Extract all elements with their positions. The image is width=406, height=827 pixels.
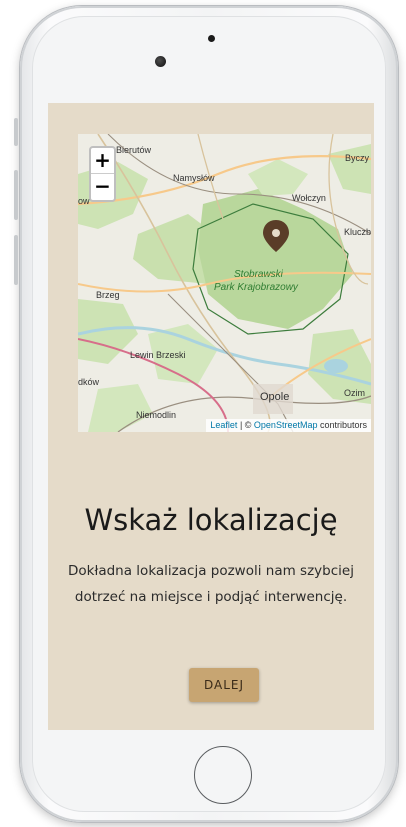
map-park-label-1: Stobrawski [234,269,284,280]
osm-link[interactable]: OpenStreetMap [254,420,318,430]
volume-down-button [14,235,18,285]
map-tiles: Bierutów Namysłów Byczy Wołczyn Kluczb o… [78,134,371,432]
attribution-separator: | © [237,420,254,430]
next-button[interactable]: DALEJ [189,668,259,702]
location-map[interactable]: Bierutów Namysłów Byczy Wołczyn Kluczb o… [78,134,371,432]
front-camera [155,56,166,67]
zoom-in-button[interactable]: + [91,148,114,174]
map-place-kluczbork: Kluczb [344,227,371,237]
zoom-control: + − [89,146,116,202]
mute-switch [14,118,18,146]
map-place-niemodlin: Niemodlin [136,410,176,420]
home-button[interactable] [194,746,252,804]
app-screen: Bierutów Namysłów Byczy Wołczyn Kluczb o… [48,103,374,730]
map-place-wolczyn: Wołczyn [292,193,326,203]
map-attribution: Leaflet | © OpenStreetMap contributors [206,419,371,432]
leaflet-link[interactable]: Leaflet [210,420,237,430]
page-title: Wskaż lokalizację [84,503,338,537]
map-park-label-2: Park Krajobrazowy [214,282,299,293]
phone-speaker [208,35,215,42]
map-place-namyslow: Namysłów [173,173,215,183]
page-description: Dokładna lokalizacja pozwoli nam szybcie… [68,563,354,605]
zoom-out-button[interactable]: − [91,174,114,199]
map-place-byczyna: Byczy [345,153,370,163]
map-place-bierutow: Bierutów [116,145,152,155]
map-place-opole: Opole [260,391,289,403]
map-place-lewin: Lewin Brzeski [130,350,186,360]
map-place-dkow: dków [78,377,100,387]
volume-up-button [14,170,18,220]
map-place-ozim: Ozim [344,388,365,398]
attribution-suffix: contributors [317,420,367,430]
map-place-brzeg: Brzeg [96,290,120,300]
